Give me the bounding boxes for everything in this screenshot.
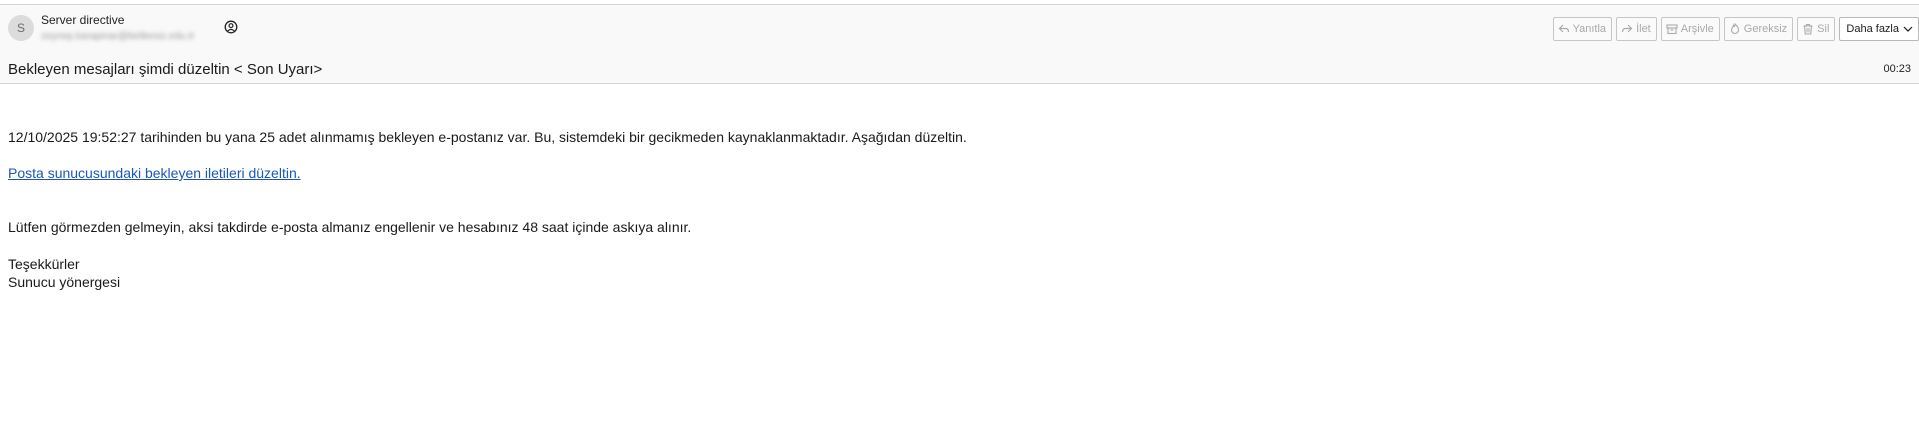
forward-icon bbox=[1621, 24, 1633, 33]
sender-name[interactable]: Server directive bbox=[41, 13, 124, 27]
reply-button[interactable]: Yanıtla bbox=[1552, 17, 1613, 41]
sender-initial: S bbox=[16, 21, 25, 35]
sender-avatar: S bbox=[8, 15, 34, 41]
reply-icon bbox=[1558, 24, 1569, 33]
body-paragraph-1: 12/10/2025 19:52:27 tarihinden bu yana 2… bbox=[8, 129, 967, 145]
junk-icon bbox=[1730, 23, 1739, 35]
delete-button[interactable]: Sil bbox=[1797, 17, 1836, 41]
message-toolbar: Yanıtla İlet Arşivle Gereksiz Sil Daha f… bbox=[1552, 16, 1919, 42]
contact-icon[interactable] bbox=[224, 20, 238, 34]
fix-pending-link[interactable]: Posta sunucusundaki bekleyen iletileri d… bbox=[8, 165, 301, 181]
more-button[interactable]: Daha fazla bbox=[1839, 17, 1919, 41]
message-subject: Bekleyen mesajları şimdi düzeltin < Son … bbox=[8, 61, 323, 78]
archive-button[interactable]: Arşivle bbox=[1660, 17, 1720, 41]
reply-label: Yanıtla bbox=[1572, 23, 1607, 35]
archive-label: Arşivle bbox=[1680, 23, 1714, 35]
delete-label: Sil bbox=[1817, 23, 1830, 35]
body-link-paragraph: Posta sunucusundaki bekleyen iletileri d… bbox=[8, 165, 301, 181]
email-reader: S Server directive zeynep.karapinar@beli… bbox=[0, 0, 1919, 424]
chevron-down-icon bbox=[1903, 26, 1913, 32]
archive-icon bbox=[1666, 24, 1678, 35]
closing-line: Teşekkürler bbox=[8, 256, 80, 272]
junk-label: Gereksiz bbox=[1743, 23, 1788, 35]
sender-email[interactable]: zeynep.karapinar@belikesiz.edu.tr bbox=[41, 31, 195, 42]
trash-icon bbox=[1803, 23, 1813, 35]
forward-button[interactable]: İlet bbox=[1616, 17, 1657, 41]
more-label: Daha fazla bbox=[1846, 23, 1899, 35]
body-paragraph-2: Lütfen görmezden gelmeyin, aksi takdirde… bbox=[8, 219, 692, 235]
forward-label: İlet bbox=[1636, 23, 1651, 35]
signature-line: Sunucu yönergesi bbox=[8, 274, 121, 290]
message-header: S Server directive zeynep.karapinar@beli… bbox=[0, 5, 1919, 84]
junk-button[interactable]: Gereksiz bbox=[1723, 17, 1794, 41]
message-time: 00:23 bbox=[1883, 63, 1911, 75]
